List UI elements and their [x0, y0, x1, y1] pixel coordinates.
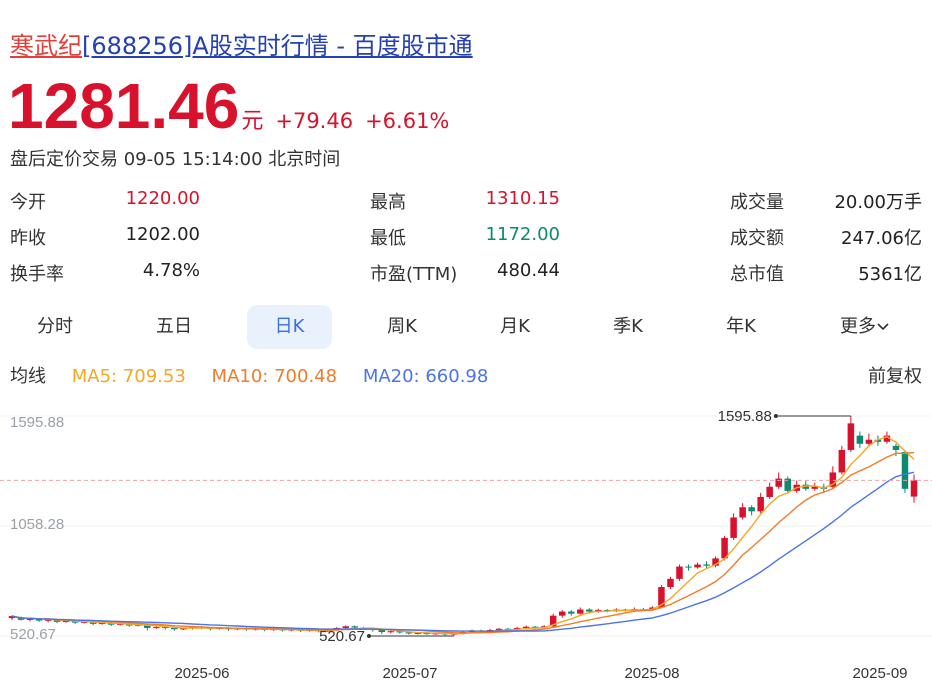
candle-body: [703, 564, 710, 566]
candle-body: [676, 566, 683, 579]
candle-body: [153, 627, 160, 629]
ma10-value: MA10: 700.48: [211, 366, 338, 387]
stat-value: 4.78%: [142, 260, 200, 281]
ma-lines-group: [11, 436, 915, 635]
candle-body: [910, 480, 918, 497]
x-tick-label: 2025-08: [624, 665, 679, 682]
stat-value: 1310.15: [485, 188, 560, 209]
x-tick-label: 2025-09: [852, 665, 907, 682]
ma5-value: MA5: 709.53: [71, 366, 186, 387]
candle-body: [667, 578, 674, 588]
max-price-label: 1595.88: [718, 408, 772, 425]
adjust-selector[interactable]: 前复权: [868, 362, 922, 388]
tab-more-label: 更多: [840, 316, 876, 337]
y-tick-label: 1595.88: [10, 414, 64, 431]
ma-legend: 均线 MA5: 709.53 MA10: 700.48 MA20: 660.98: [10, 362, 922, 388]
price-change-pct: +6.61%: [365, 109, 450, 133]
candle-body: [757, 497, 764, 512]
stat-label: 昨收: [10, 228, 46, 249]
stat-value: 1220.00: [125, 188, 200, 209]
candle-body: [387, 631, 395, 633]
page-title: 寒武纪[688256]A股实时行情 - 百度股市通: [10, 26, 473, 61]
candle-body: [577, 609, 584, 614]
candle-body: [865, 439, 873, 444]
stat-label: 今开: [10, 192, 46, 213]
candle-body: [567, 611, 575, 614]
trading-status: 盘后定价交易 09-05 15:14:00 北京时间: [10, 149, 341, 170]
min-price-label: 520.67: [319, 628, 365, 645]
candle-body: [748, 507, 755, 512]
candle-body: [775, 478, 782, 487]
ma-label: 均线: [10, 366, 46, 387]
x-tick-label: 2025-07: [382, 665, 437, 682]
tab-daily-k[interactable]: 日K: [247, 305, 332, 349]
stat-label: 市盈(TTM): [370, 264, 458, 285]
candle-body: [378, 629, 386, 633]
tab-intraday[interactable]: 分时: [15, 305, 95, 349]
tab-more[interactable]: 更多: [820, 305, 910, 349]
tab-monthly-k[interactable]: 月K: [473, 305, 557, 349]
tab-five-day[interactable]: 五日: [132, 305, 216, 349]
ma20-value: MA20: 660.98: [362, 366, 489, 387]
candle-body: [586, 609, 593, 612]
tab-weekly-k[interactable]: 周K: [360, 305, 444, 349]
y-tick-label: 1058.28: [10, 516, 64, 533]
kline-chart[interactable]: 1595.88 1058.28 520.67 1595.88 520.67 20…: [0, 396, 932, 696]
stat-value: 247.06亿: [841, 228, 922, 249]
candle-body: [766, 486, 773, 498]
candle-body: [892, 445, 900, 450]
stat-value: 5361亿: [858, 264, 922, 285]
stock-title-link[interactable]: [688256]A股实时行情 - 百度股市通: [82, 32, 473, 60]
candle-body: [558, 611, 566, 616]
stat-label: 最高: [370, 192, 406, 213]
stat-label: 换手率: [10, 264, 64, 285]
stat-label: 最低: [370, 228, 406, 249]
candle-body: [694, 564, 701, 568]
stat-label: 总市值: [730, 264, 784, 285]
stock-name-link[interactable]: 寒武纪: [10, 32, 82, 60]
candle-body: [685, 566, 692, 568]
candle-body: [730, 517, 737, 538]
candle-body: [901, 451, 909, 489]
chevron-down-icon: [876, 316, 890, 337]
y-tick-label: 520.67: [10, 626, 56, 643]
candle-body: [856, 435, 864, 444]
price-unit: 元: [241, 109, 264, 134]
candle-body: [847, 423, 855, 450]
current-price: 1281.46: [8, 70, 240, 142]
candle-body: [739, 507, 746, 518]
max-marker-dot: [773, 414, 778, 418]
candle-body: [838, 449, 846, 473]
tab-yearly-k[interactable]: 年K: [699, 305, 783, 349]
price-change: +79.46: [275, 109, 354, 133]
stats-grid: 今开 1220.00 最高 1310.15 成交量 20.00万手 昨收 120…: [0, 188, 932, 288]
stat-value: 480.44: [497, 260, 560, 281]
period-tabs: 分时 五日 日K 周K 月K 季K 年K 更多: [0, 305, 932, 349]
quote-row: 1281.46 元 +79.46 +6.61%: [8, 74, 449, 138]
x-tick-label: 2025-06: [174, 665, 229, 682]
stat-value: 1172.00: [485, 224, 560, 245]
stat-label: 成交量: [730, 192, 784, 213]
stat-label: 成交额: [730, 228, 784, 249]
stat-value: 1202.00: [125, 224, 200, 245]
tab-quarterly-k[interactable]: 季K: [586, 305, 670, 349]
candle-body: [522, 626, 530, 628]
stat-value: 20.00万手: [834, 192, 922, 213]
ma5-line: [11, 436, 915, 635]
min-marker-dot: [366, 634, 371, 638]
